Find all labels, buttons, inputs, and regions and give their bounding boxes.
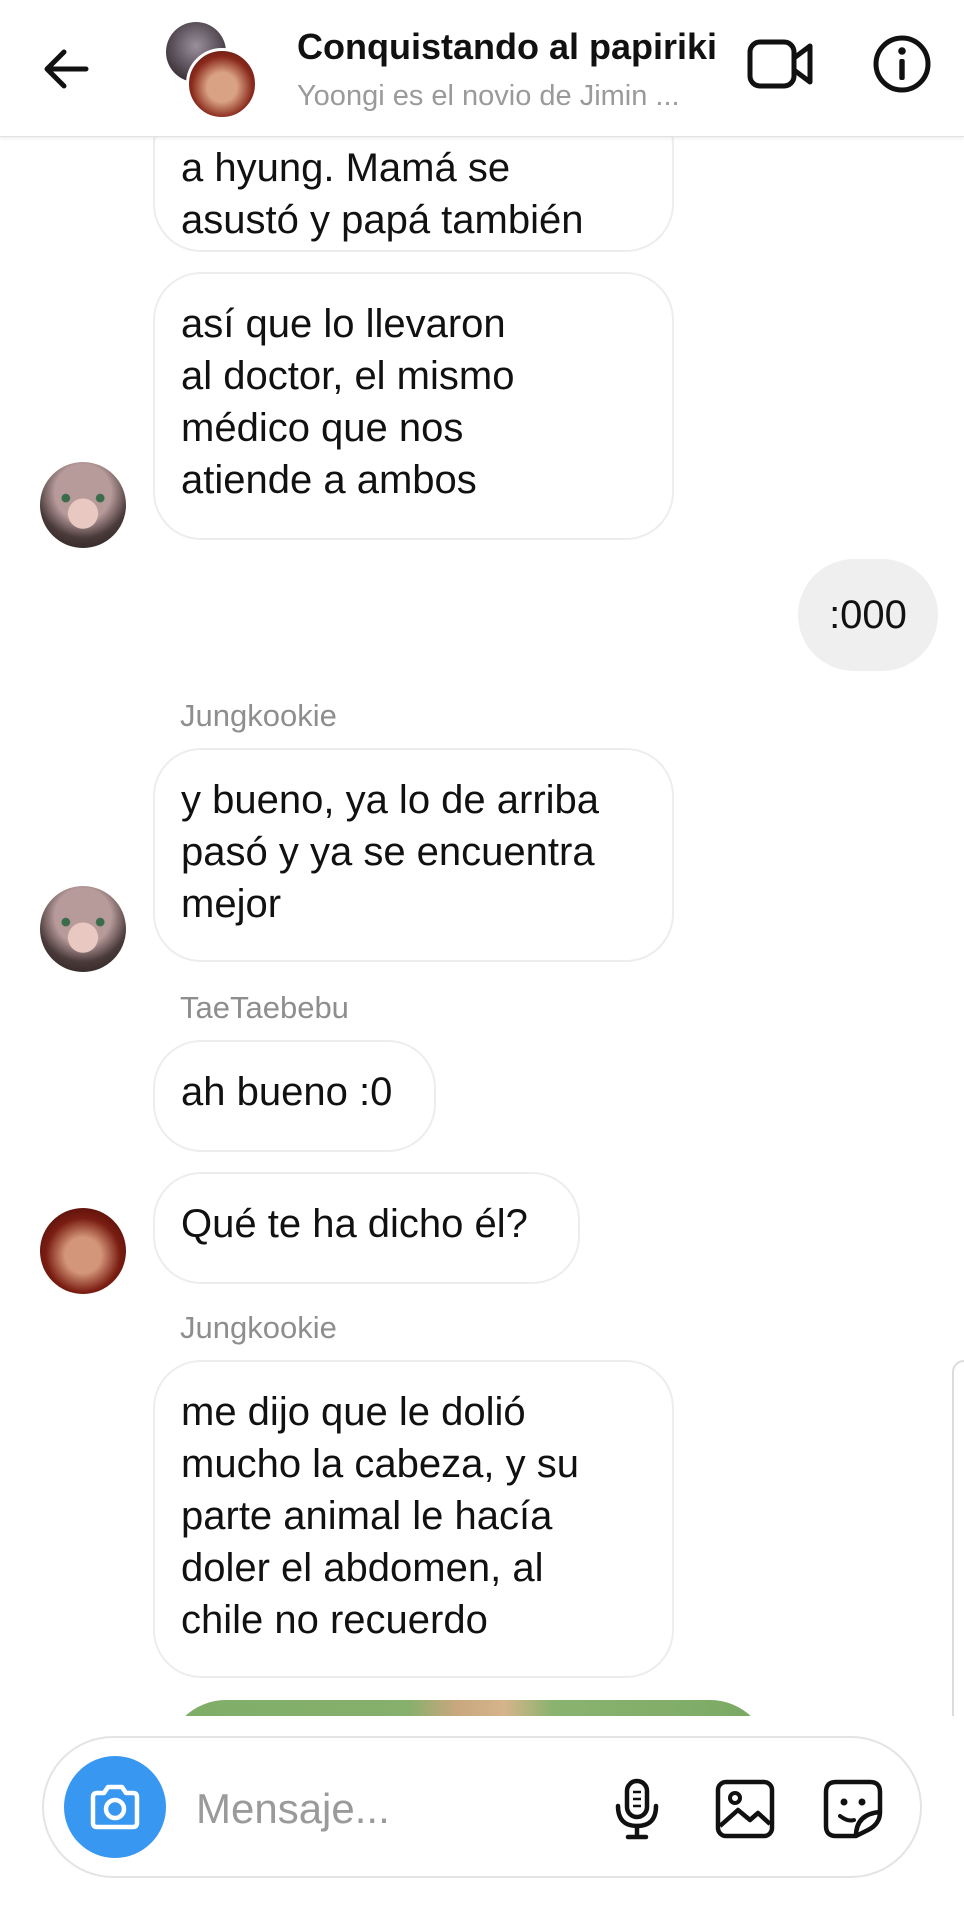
chat-title[interactable]: Conquistando al papiriki bbox=[297, 26, 737, 68]
chat-subtitle[interactable]: Yoongi es el novio de Jimin ... bbox=[297, 80, 727, 113]
message-bubble[interactable]: ah bueno :0 bbox=[153, 1040, 436, 1152]
member-avatar-front bbox=[186, 48, 258, 120]
video-camera-icon bbox=[747, 39, 813, 89]
message-bubble[interactable]: y bueno, ya lo de arriba pasó y ya se en… bbox=[153, 748, 674, 962]
video-call-button[interactable] bbox=[746, 36, 816, 92]
microphone-icon bbox=[615, 1778, 659, 1840]
avatar[interactable] bbox=[40, 462, 126, 548]
message-bubble[interactable]: Qué te ha dicho él? bbox=[153, 1172, 580, 1284]
back-button[interactable] bbox=[36, 38, 98, 100]
avatar[interactable] bbox=[40, 1208, 126, 1294]
message-composer bbox=[42, 1736, 922, 1878]
info-icon bbox=[873, 35, 931, 93]
composer-bar bbox=[0, 1716, 964, 1920]
sender-name: Jungkookie bbox=[180, 1310, 337, 1345]
camera-icon bbox=[90, 1784, 140, 1830]
message-input[interactable] bbox=[194, 1776, 618, 1842]
sender-name: TaeTaebebu bbox=[180, 990, 349, 1025]
sender-name: Jungkookie bbox=[180, 698, 337, 733]
scroll-handle[interactable] bbox=[952, 1360, 964, 1764]
chat-header: Conquistando al papiriki Yoongi es el no… bbox=[0, 0, 964, 137]
message-bubble[interactable]: así que lo llevaron al doctor, el mismo … bbox=[153, 272, 674, 540]
my-message-bubble[interactable]: :000 bbox=[798, 559, 938, 671]
image-icon bbox=[715, 1779, 775, 1839]
sticker-icon bbox=[823, 1779, 883, 1839]
camera-button[interactable] bbox=[64, 1756, 166, 1858]
sticker-button[interactable] bbox=[820, 1776, 886, 1842]
voice-message-button[interactable] bbox=[604, 1776, 670, 1842]
info-button[interactable] bbox=[872, 34, 932, 94]
avatar[interactable] bbox=[40, 886, 126, 972]
group-avatar[interactable] bbox=[166, 22, 258, 120]
gallery-button[interactable] bbox=[712, 1776, 778, 1842]
arrow-left-icon bbox=[44, 49, 89, 89]
message-bubble[interactable]: me dijo que le dolió mucho la cabeza, y … bbox=[153, 1360, 674, 1678]
